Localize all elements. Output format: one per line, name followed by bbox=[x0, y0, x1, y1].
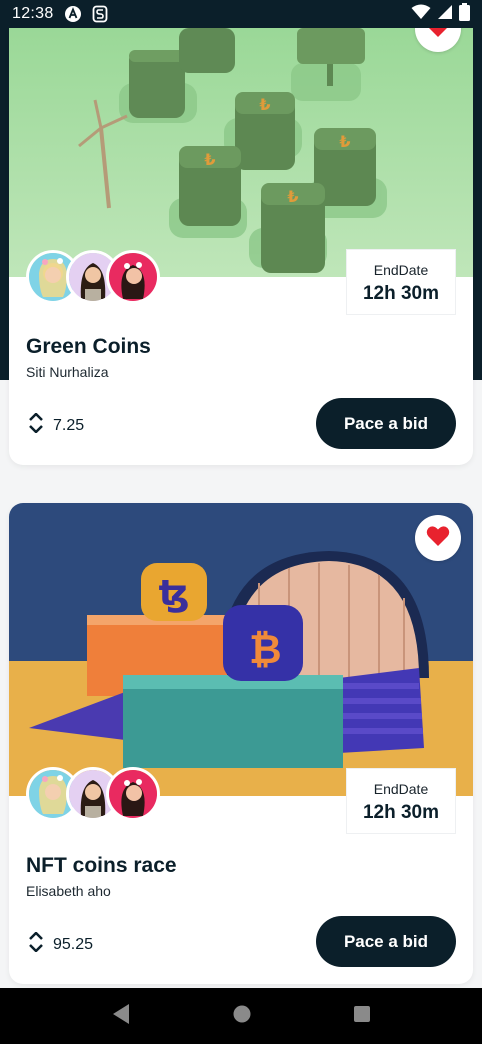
nft-artwork: ꜩ ₿ bbox=[9, 503, 473, 796]
avatar bbox=[106, 250, 160, 304]
favorite-button[interactable] bbox=[415, 515, 461, 561]
signal-icon bbox=[437, 4, 453, 25]
heart-icon bbox=[426, 525, 450, 552]
nft-title: NFT coins race bbox=[26, 854, 177, 877]
svg-text:₺: ₺ bbox=[259, 97, 270, 114]
svg-text:₺: ₺ bbox=[339, 134, 350, 151]
nft-card-green-coins[interactable]: ₺ ₺ ₺ ₺ EndDate 12h 30m Green Coins Siti… bbox=[9, 28, 473, 465]
nft-title: Green Coins bbox=[26, 335, 151, 358]
end-date-label: EndDate bbox=[373, 781, 429, 797]
bidder-avatars bbox=[26, 250, 160, 304]
nft-owner: Siti Nurhaliza bbox=[26, 364, 109, 380]
status-time: 12:38 bbox=[12, 5, 54, 22]
nft-artwork: ₺ ₺ ₺ ₺ bbox=[9, 28, 473, 277]
end-date-box: EndDate 12h 30m bbox=[346, 768, 456, 834]
a-app-icon bbox=[64, 5, 82, 23]
end-date-box: EndDate 12h 30m bbox=[346, 249, 456, 315]
svg-text:₺: ₺ bbox=[204, 152, 215, 169]
nft-price: 7.25 bbox=[29, 412, 85, 438]
wifi-icon bbox=[411, 4, 431, 25]
status-bar: 12:38 bbox=[0, 0, 482, 28]
place-bid-button[interactable]: Pace a bid bbox=[316, 398, 456, 449]
system-nav-bar bbox=[0, 988, 482, 1044]
recents-icon[interactable] bbox=[353, 1005, 371, 1028]
place-bid-button[interactable]: Pace a bid bbox=[316, 916, 456, 967]
avatar bbox=[106, 767, 160, 821]
svg-text:₿: ₿ bbox=[249, 628, 282, 672]
price-value: 95.25 bbox=[53, 935, 94, 953]
home-icon[interactable] bbox=[232, 1004, 252, 1029]
end-date-value: 12h 30m bbox=[362, 283, 440, 304]
battery-icon bbox=[459, 2, 470, 26]
tezos-icon bbox=[29, 931, 43, 957]
end-date-value: 12h 30m bbox=[362, 802, 440, 823]
back-icon[interactable] bbox=[111, 1003, 131, 1030]
nft-price: 95.25 bbox=[29, 931, 94, 957]
heart-icon bbox=[426, 28, 450, 43]
price-value: 7.25 bbox=[53, 416, 85, 434]
s-app-icon bbox=[92, 5, 108, 23]
svg-text:₺: ₺ bbox=[287, 189, 298, 206]
tezos-icon bbox=[29, 412, 43, 438]
end-date-label: EndDate bbox=[373, 262, 429, 278]
nft-owner: Elisabeth aho bbox=[26, 883, 111, 899]
svg-text:ꜩ: ꜩ bbox=[159, 572, 190, 613]
nft-card-coins-race[interactable]: ꜩ ₿ EndDate 12h 30m NFT coins race Elisa… bbox=[9, 503, 473, 984]
bidder-avatars bbox=[26, 767, 160, 821]
